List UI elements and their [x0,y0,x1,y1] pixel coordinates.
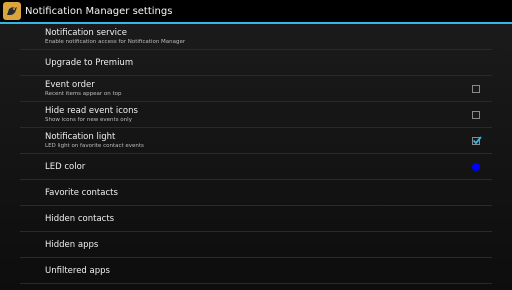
setting-notification-light[interactable]: Notification light LED light on favorite… [20,128,492,154]
hide-read-checkbox[interactable] [472,110,480,119]
event-order-checkbox[interactable] [472,84,480,93]
setting-title: Hidden contacts [45,213,115,224]
setting-title: Favorite contacts [45,187,118,198]
setting-led-color[interactable]: LED color [20,154,492,180]
setting-favorite-contacts[interactable]: Favorite contacts [20,180,492,206]
setting-summary: Enable notification access for Notificat… [45,38,186,45]
setting-event-order[interactable]: Event order Recent items appear on top [20,76,492,102]
setting-hidden-apps[interactable]: Hidden apps [20,232,492,258]
settings-list: Notification service Enable notification… [20,24,492,284]
app-logo-icon[interactable] [3,2,21,20]
setting-title: Notification service [45,27,127,38]
app-title: Notification Manager settings [25,5,173,17]
setting-unfiltered-apps[interactable]: Unfiltered apps [20,258,492,284]
setting-hide-read-event-icons[interactable]: Hide read event icons Show icons for new… [20,102,492,128]
setting-title: LED color [45,161,86,172]
setting-title: Event order [45,79,95,90]
notification-light-checkbox[interactable] [472,135,482,145]
checkmark-icon [472,135,482,144]
setting-title: Hidden apps [45,239,99,250]
setting-upgrade-premium[interactable]: Upgrade to Premium [20,50,492,76]
setting-title: Hide read event icons [45,105,138,116]
setting-title: Upgrade to Premium [45,57,134,68]
setting-summary: Show icons for new events only [45,116,132,123]
setting-summary: Recent items appear on top [45,90,122,97]
setting-notification-service[interactable]: Notification service Enable notification… [20,24,492,50]
setting-title: Notification light [45,131,116,142]
setting-title: Unfiltered apps [45,265,110,276]
setting-hidden-contacts[interactable]: Hidden contacts [20,206,492,232]
settings-screen: Notification Manager settings Notificati… [0,0,512,290]
led-color-swatch[interactable] [472,162,480,171]
setting-summary: LED light on favorite contact events [45,142,144,149]
action-bar: Notification Manager settings [0,0,512,22]
